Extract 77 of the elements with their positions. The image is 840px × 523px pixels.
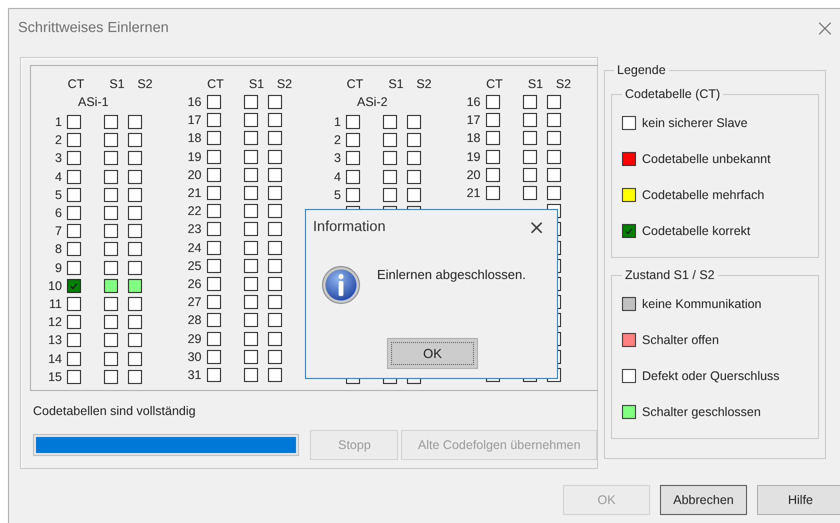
info-icon	[321, 265, 361, 305]
group-title: Zustand S1 / S2	[624, 268, 716, 282]
dialog-button[interactable]: Abbrechen	[660, 485, 747, 515]
slave-number: 30	[188, 350, 202, 364]
column-header: S1	[526, 77, 544, 91]
message-text: Einlernen abgeschlossen.	[377, 267, 526, 282]
legend-label: Codetabelle korrekt	[642, 224, 750, 238]
column-header: S1	[387, 77, 405, 91]
slave-number: 18	[188, 131, 202, 146]
group-title: Codetabelle (CT)	[624, 87, 722, 101]
slave-number: 4	[334, 170, 341, 184]
slave-number: 15	[48, 370, 62, 384]
legend-title: Legende	[616, 63, 667, 77]
legend-label: keine Kommunikation	[642, 297, 762, 311]
slave-number: 21	[188, 186, 202, 200]
slave-number: 3	[334, 151, 341, 166]
slave-number: 17	[466, 113, 480, 128]
slave-number: 1	[334, 115, 341, 130]
legend-label: Codetabelle mehrfach	[642, 188, 764, 202]
slave-number: 20	[188, 168, 202, 182]
slave-number: 5	[55, 188, 62, 202]
legend-label: Schalter offen	[642, 333, 719, 347]
slave-number: 27	[188, 295, 202, 310]
slave-number: 31	[188, 368, 202, 382]
dialog-button[interactable]: Hilfe	[757, 485, 840, 515]
slave-number: 25	[188, 258, 202, 273]
legend-label: Schalter geschlossen	[642, 405, 761, 419]
slave-number: 13	[48, 333, 62, 348]
column-header: CT	[66, 77, 86, 91]
slave-number: 5	[334, 188, 341, 202]
status-text: Codetabellen sind vollständig	[33, 404, 197, 419]
legend-label: kein sicherer Slave	[642, 116, 748, 130]
slave-number: 6	[55, 206, 62, 220]
slave-number: 16	[188, 95, 202, 110]
slave-number: 23	[188, 222, 202, 236]
slave-number: 24	[188, 240, 202, 255]
window-title: Schrittweises Einlernen	[18, 20, 169, 36]
dialog-title: Information	[313, 219, 386, 235]
slave-number: 2	[55, 133, 62, 148]
slave-number: 19	[188, 150, 202, 164]
column-header: CT	[485, 77, 504, 91]
bus-label: ASi-2	[357, 95, 388, 109]
slave-number: 16	[466, 95, 480, 110]
column-header: S1	[108, 77, 126, 91]
slave-number: 2	[334, 133, 341, 148]
slave-number: 26	[188, 276, 202, 291]
slave-number: 8	[55, 242, 62, 256]
slave-number: 17	[188, 113, 202, 128]
slave-number: 10	[48, 278, 62, 293]
close-button[interactable]: ×	[524, 215, 549, 239]
slave-number: 20	[466, 168, 480, 182]
ok-button[interactable]: OK	[387, 338, 478, 369]
slave-number: 14	[48, 352, 62, 366]
slave-number: 12	[48, 315, 62, 330]
column-header: S2	[415, 77, 433, 91]
close-button[interactable]: ×	[810, 14, 839, 42]
slave-number: 19	[466, 150, 480, 164]
slave-number: 21	[466, 186, 480, 200]
legend-label: Defekt oder Querschluss	[642, 369, 780, 383]
slave-number: 28	[188, 313, 202, 328]
column-header: S1	[248, 77, 266, 91]
slave-number: 3	[55, 151, 62, 166]
slave-number: 7	[55, 224, 62, 238]
slave-number: 1	[55, 115, 62, 130]
bus-label: ASi-1	[78, 95, 109, 109]
column-header: S2	[136, 77, 154, 91]
column-header: S2	[554, 77, 572, 91]
slave-number: 11	[49, 296, 62, 311]
column-header: S2	[276, 77, 294, 91]
slave-number: 22	[188, 204, 202, 218]
column-header: CT	[206, 77, 225, 91]
slave-number: 4	[55, 170, 62, 184]
slave-number: 29	[188, 332, 202, 346]
legend-label: Codetabelle unbekannt	[642, 152, 771, 166]
slave-number: 18	[466, 131, 480, 146]
slave-number: 9	[55, 260, 62, 275]
column-header: CT	[346, 77, 364, 91]
